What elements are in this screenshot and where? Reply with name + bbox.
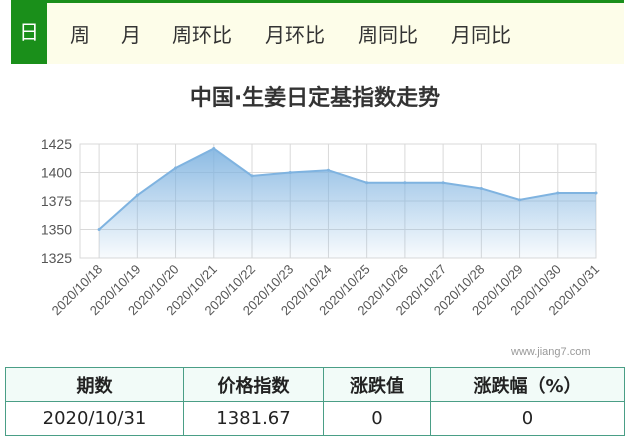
col-change-value: 涨跌值 [323, 367, 431, 402]
cell-price-index: 1381.67 [183, 401, 324, 436]
tab-week-on-week[interactable]: 周环比 [172, 6, 232, 64]
y-tick-label: 1375 [41, 193, 72, 209]
table-header-row: 期数 价格指数 涨跌值 涨跌幅（%） [5, 367, 625, 402]
series-point [479, 186, 483, 190]
series-point [556, 191, 560, 195]
series-point [365, 181, 369, 185]
series-point [250, 174, 254, 178]
tab-day[interactable]: 日 [11, 3, 47, 64]
y-tick-label: 1400 [41, 165, 72, 181]
cell-change-value: 0 [323, 401, 431, 436]
period-tab-bar: 日 周 月 周环比 月环比 周同比 月同比 [11, 0, 624, 64]
tab-week[interactable]: 周 [70, 6, 90, 64]
series-point [441, 181, 445, 185]
tab-month-on-month[interactable]: 月环比 [265, 6, 325, 64]
index-trend-chart: 132513501375140014252020/10/182020/10/19… [41, 136, 602, 318]
chart-title: 中国·生姜日定基指数走势 [189, 86, 441, 111]
series-point [403, 181, 407, 185]
y-tick-label: 1325 [41, 250, 72, 266]
cell-change-percent: 0 [430, 401, 625, 436]
tab-week-year-on-year[interactable]: 周同比 [358, 6, 418, 64]
y-tick-label: 1425 [41, 136, 72, 152]
tab-month-year-on-year[interactable]: 月同比 [451, 6, 511, 64]
col-price-index: 价格指数 [183, 367, 324, 402]
series-point [212, 147, 216, 151]
col-change-percent: 涨跌幅（%） [430, 367, 625, 402]
col-period: 期数 [5, 367, 184, 402]
series-point [518, 198, 522, 202]
tab-month[interactable]: 月 [121, 6, 141, 64]
series-point [326, 168, 330, 172]
y-tick-label: 1350 [41, 222, 72, 238]
series-point [594, 191, 598, 195]
table-row: 2020/10/31 1381.67 0 0 [5, 401, 625, 436]
series-point [135, 193, 139, 197]
series-point [97, 228, 101, 231]
watermark: www.jiang7.com [511, 346, 591, 358]
series-point [174, 166, 178, 170]
cell-period: 2020/10/31 [5, 401, 184, 436]
series-point [288, 171, 292, 174]
index-table: 期数 价格指数 涨跌值 涨跌幅（%） 2020/10/31 1381.67 0 … [5, 367, 625, 436]
